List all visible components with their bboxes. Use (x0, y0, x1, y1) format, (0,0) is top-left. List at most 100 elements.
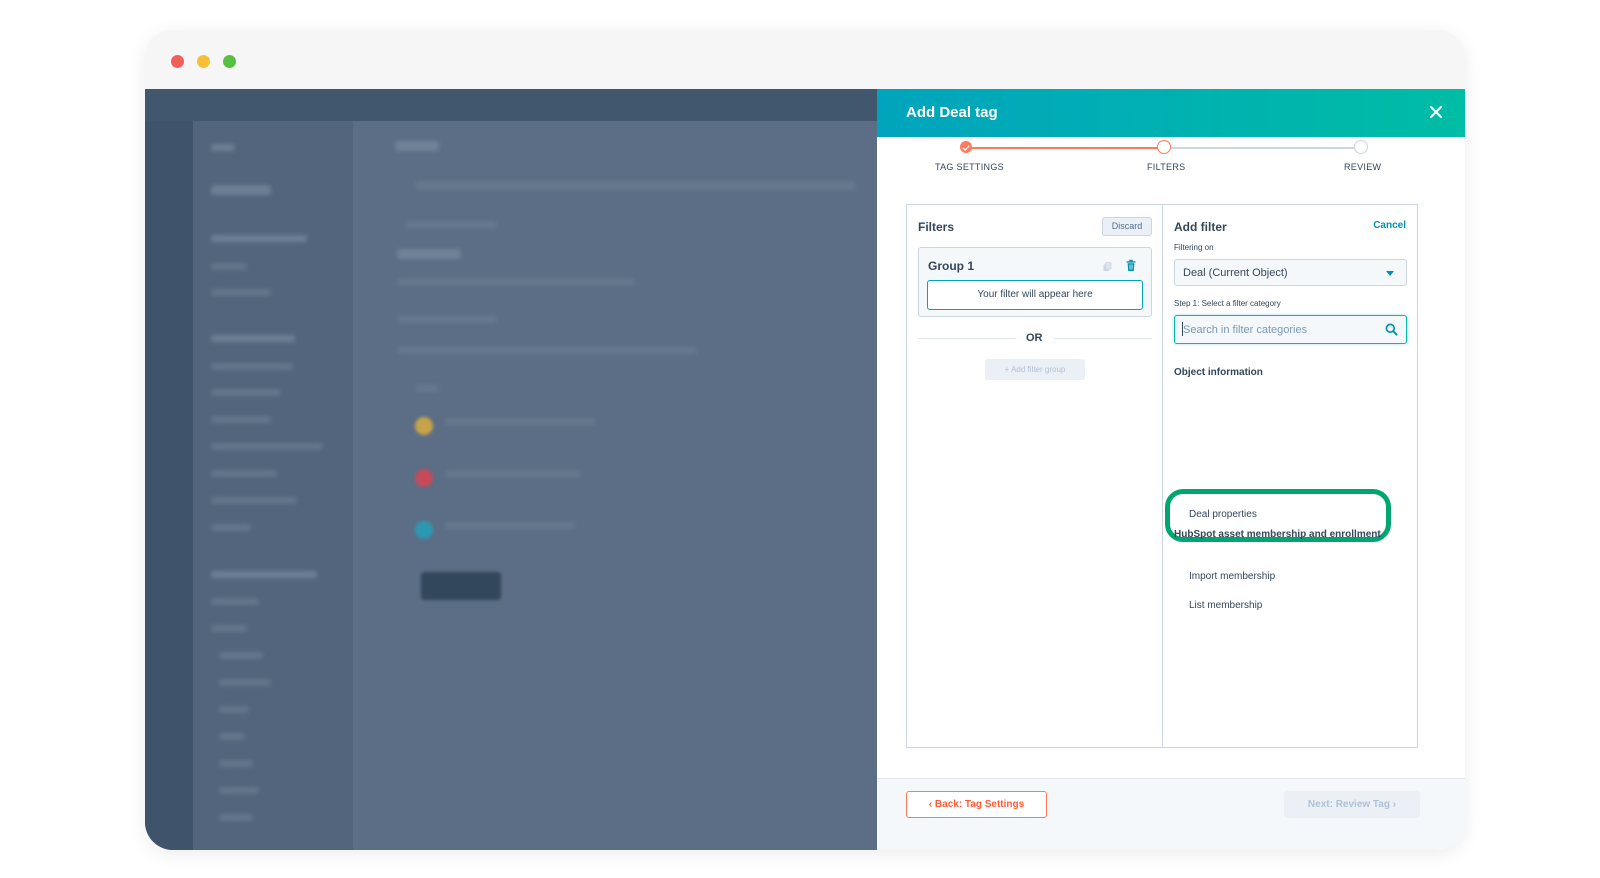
chevron-right-icon: › (1389, 799, 1397, 810)
object-select[interactable]: Deal (Current Object) (1174, 259, 1407, 286)
or-divider-right (1054, 338, 1152, 339)
blurred-text (211, 598, 259, 605)
add-filter-group-button[interactable]: + Add filter group (985, 359, 1085, 380)
blurred-text (219, 814, 253, 821)
back-tag-settings-button[interactable]: ‹ Back: Tag Settings (906, 791, 1047, 818)
blurred-text (211, 289, 271, 296)
filter-group: Group 1 Your filter will appear here (918, 247, 1152, 317)
blurred-text (211, 335, 295, 342)
close-icon (1430, 106, 1442, 118)
blurred-text (445, 418, 595, 425)
step-review-dot (1354, 140, 1368, 154)
blurred-text (395, 141, 439, 151)
blurred-text (211, 185, 271, 195)
blurred-text (211, 443, 323, 450)
blurred-text (211, 144, 235, 151)
search-input[interactable] (1181, 321, 1375, 339)
step-line-complete (966, 147, 1164, 149)
blurred-text (445, 522, 575, 529)
add-deal-tag-panel: Add Deal tag TAG SETTINGS FILTERS REVIEW… (877, 89, 1465, 850)
blurred-text (397, 316, 497, 323)
blurred-text (219, 787, 259, 794)
add-filter-column: Add filter Cancel Filtering on Deal (Cur… (1163, 205, 1417, 747)
discard-button[interactable]: Discard (1102, 217, 1152, 236)
blurred-text (211, 470, 277, 477)
category-item-list-membership[interactable]: List membership (1189, 600, 1262, 611)
blurred-text (211, 263, 247, 270)
check-icon (962, 145, 970, 151)
blurred-background-app (145, 89, 877, 850)
category-item-import-membership[interactable]: Import membership (1189, 571, 1275, 582)
blurred-text (211, 571, 317, 578)
blurred-avatar (415, 417, 433, 435)
app-area: Add Deal tag TAG SETTINGS FILTERS REVIEW… (145, 89, 1465, 850)
step-tag-settings-label: TAG SETTINGS (935, 162, 1004, 172)
close-window-dot[interactable] (171, 55, 184, 68)
blurred-text (211, 497, 297, 504)
filtering-on-label: Filtering on (1174, 243, 1214, 252)
group-title: Group 1 (928, 259, 975, 273)
copy-group-button[interactable] (1101, 260, 1113, 272)
blurred-text (219, 652, 263, 659)
blurred-text (397, 347, 697, 354)
progress-steps: TAG SETTINGS FILTERS REVIEW (877, 137, 1465, 197)
blurred-icon-rail (145, 121, 193, 850)
blurred-text (415, 385, 439, 392)
blurred-text (219, 679, 271, 686)
cancel-link[interactable]: Cancel (1373, 220, 1406, 231)
panel-footer: ‹ Back: Tag Settings Next: Review Tag › (877, 778, 1465, 850)
minimize-window-dot[interactable] (197, 55, 210, 68)
category-title-object-information: Object information (1174, 367, 1263, 378)
step-filters-label: FILTERS (1147, 162, 1186, 172)
step-tag-settings-dot (960, 141, 972, 153)
add-filter-heading: Add filter (1174, 220, 1227, 234)
blurred-text (219, 706, 249, 713)
blurred-avatar (415, 469, 433, 487)
text-caret (1182, 322, 1183, 336)
category-item-deal-properties[interactable]: Deal properties (1189, 509, 1257, 520)
blurred-text (211, 524, 251, 531)
close-panel-button[interactable] (1425, 101, 1447, 123)
next-button-label: Next: Review Tag (1307, 799, 1390, 810)
maximize-window-dot[interactable] (223, 55, 236, 68)
object-select-value: Deal (Current Object) (1183, 267, 1288, 279)
filters-heading: Filters (918, 220, 955, 234)
or-label: OR (1026, 332, 1043, 344)
or-divider-left (918, 338, 1016, 339)
step-line-pending (1164, 147, 1360, 149)
blurred-text (211, 235, 307, 242)
blurred-text (211, 389, 281, 396)
search-icon[interactable] (1385, 323, 1398, 336)
blurred-text (211, 363, 293, 370)
trash-icon (1126, 259, 1136, 271)
copy-icon (1103, 262, 1112, 271)
blurred-text (211, 416, 271, 423)
window-titlebar (145, 30, 1465, 89)
blurred-top-nav (145, 89, 877, 121)
filter-builder: Filters Discard Group 1 Your filter will… (906, 204, 1418, 748)
back-button-label: Back: Tag Settings (934, 799, 1025, 810)
blurred-button (421, 572, 501, 600)
panel-header: Add Deal tag (877, 89, 1465, 137)
blurred-text (211, 625, 247, 632)
blurred-text (397, 278, 635, 285)
step1-label: Step 1: Select a filter category (1174, 299, 1281, 308)
delete-group-button[interactable] (1125, 259, 1137, 272)
filters-column: Filters Discard Group 1 Your filter will… (907, 205, 1163, 747)
blurred-text (219, 733, 245, 740)
blurred-text (445, 470, 581, 477)
blurred-settings-sidebar (193, 121, 353, 850)
panel-title: Add Deal tag (906, 104, 998, 121)
filter-category-search[interactable] (1174, 315, 1407, 344)
blurred-text (405, 221, 497, 228)
step-review-label: REVIEW (1344, 162, 1382, 172)
step-filters-dot (1157, 140, 1171, 154)
blurred-text (219, 760, 253, 767)
filter-placeholder[interactable]: Your filter will appear here (927, 280, 1143, 310)
blurred-text (415, 181, 855, 190)
blurred-avatar (415, 521, 433, 539)
category-title-hubspot-asset-membership: HubSpot asset membership and enrollment (1174, 529, 1381, 540)
browser-window: Add Deal tag TAG SETTINGS FILTERS REVIEW… (145, 30, 1465, 850)
next-review-tag-button[interactable]: Next: Review Tag › (1284, 791, 1420, 818)
chevron-down-icon (1386, 271, 1394, 276)
